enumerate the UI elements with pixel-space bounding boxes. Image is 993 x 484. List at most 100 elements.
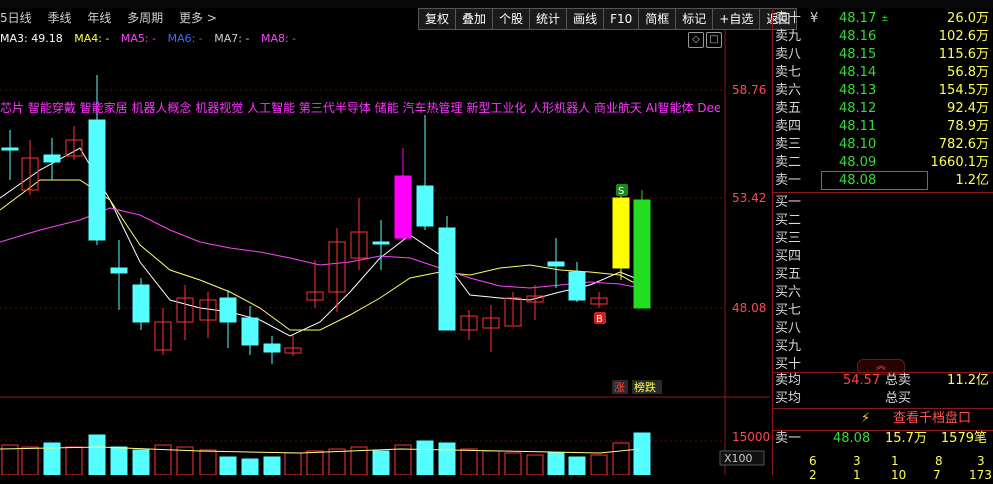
order-book-panel: 卖十 ¥48.17 ±26.0万 卖九 48.16 102.6万 卖八 48.15 115.6万… — [772, 8, 993, 482]
bid-row[interactable]: 买七 — [773, 302, 993, 320]
toolbar-adjust-button[interactable]: 复权 — [418, 8, 457, 30]
volume-bar — [590, 454, 608, 475]
tab-5day[interactable]: 5日线 — [0, 8, 32, 28]
volume-bar — [65, 446, 83, 475]
volume-chart[interactable]: 15000 X100 — [0, 395, 770, 475]
ask-label: 卖五 — [775, 101, 802, 116]
ask-row[interactable]: 卖六 48.13 154.5万 — [773, 82, 993, 100]
bid-row[interactable]: 买三 — [773, 230, 993, 248]
ask-row[interactable]: 卖五 48.12 92.4万 — [773, 100, 993, 118]
volume-unit-label: X100 — [724, 452, 753, 465]
volume-bar — [416, 440, 434, 475]
candle-body — [416, 185, 434, 227]
toolbar-draw-button[interactable]: 画线 — [566, 8, 605, 30]
ask-price: 48.08 — [839, 173, 877, 188]
tab-multi-period[interactable]: 多周期 — [127, 8, 163, 28]
volume-bar — [241, 458, 259, 475]
candle-body — [241, 317, 259, 346]
bid-row[interactable]: 买四 — [773, 248, 993, 266]
ask-row[interactable]: 卖三 48.10 782.6万 — [773, 136, 993, 154]
volume-bar — [547, 452, 565, 475]
thousand-levels-label: 查看千档盘口 — [893, 411, 972, 426]
ma6-label: MA6: - — [167, 32, 203, 45]
ask-label: 卖三 — [775, 137, 802, 152]
volume-bar — [328, 448, 346, 475]
ask-volume: 26.0万 — [947, 11, 989, 26]
ask-row[interactable]: 卖十 ¥48.17 ±26.0万 — [773, 10, 993, 28]
bid-row[interactable]: 买八 — [773, 320, 993, 338]
bid-row[interactable]: 买六 — [773, 284, 993, 302]
volume-bar — [460, 448, 478, 475]
toolbar-mark-button[interactable]: 标记 — [675, 8, 714, 30]
toolbar-f10-button[interactable]: F10 — [603, 8, 640, 30]
chevron-right-icon: > — [206, 11, 217, 25]
toolbar-simple-frame-button[interactable]: 简框 — [638, 8, 677, 30]
bid-label: 买九 — [775, 339, 802, 354]
sell-avg-label: 卖均 — [775, 373, 802, 388]
volume-bar — [219, 456, 237, 475]
volume-bar — [110, 446, 128, 475]
volume-bar — [504, 452, 522, 475]
maximize-icon[interactable]: □ — [706, 32, 722, 48]
ma-legend: MA3: 49.18 MA4: - MA5: - MA6: - MA7: - M… — [0, 32, 304, 46]
bid-label: 买五 — [775, 267, 802, 282]
bid-label: 买三 — [775, 231, 802, 246]
lightning-icon: ⚡ — [861, 411, 871, 426]
zhang-badge-label: 涨 — [614, 381, 625, 394]
bid-row[interactable]: 买二 — [773, 212, 993, 230]
volume-bar — [1, 444, 19, 475]
bid-label: 买二 — [775, 213, 802, 228]
total-buy-label: 总买 — [885, 391, 912, 406]
ask-volume: 115.6万 — [938, 47, 989, 62]
ma8-label: MA8: - — [260, 32, 297, 45]
diamond-icon[interactable]: ◇ — [688, 32, 704, 48]
buy-avg-label: 买均 — [775, 391, 802, 406]
toolbar-add-watchlist-button[interactable]: +自选 — [712, 8, 761, 30]
bid-label: 买七 — [775, 303, 802, 318]
volume-bar — [21, 446, 39, 475]
candle-body — [263, 343, 281, 353]
volume-bar — [568, 456, 586, 475]
bottom-stats-row-2: 2 1 10 7 173 — [773, 466, 993, 484]
ask-volume: 92.4万 — [947, 101, 989, 116]
bid-row[interactable]: 买五 — [773, 266, 993, 284]
thousand-levels-link[interactable]: ⚡ 查看千档盘口 — [773, 410, 993, 428]
tab-year[interactable]: 年线 — [87, 8, 111, 28]
sell-signal-label: S — [618, 186, 624, 197]
sell-avg-row: 卖均 54.57 总卖 11.2亿 — [773, 372, 993, 390]
ask-row[interactable]: 卖二 48.09 1660.1万 — [773, 154, 993, 172]
ask-volume: 154.5万 — [938, 83, 989, 98]
ask-label: 卖九 — [775, 29, 802, 44]
ask-label: 卖六 — [775, 83, 802, 98]
ask-row[interactable]: 卖九 48.16 102.6万 — [773, 28, 993, 46]
ask-row[interactable]: 卖一 48.08 1.2亿 — [773, 171, 993, 190]
ask-label: 卖二 — [775, 155, 802, 170]
toolbar-stock-button[interactable]: 个股 — [492, 8, 531, 30]
candle-body — [372, 241, 390, 245]
ask-row[interactable]: 卖七 48.14 56.8万 — [773, 64, 993, 82]
bid-label: 买四 — [775, 249, 802, 264]
ask-label: 卖七 — [775, 65, 802, 80]
candle-body — [1, 147, 19, 151]
stat-r2-c4: 7 — [933, 468, 941, 482]
ask-row[interactable]: 卖八 48.15 115.6万 — [773, 46, 993, 64]
toolbar-overlay-button[interactable]: 叠加 — [455, 8, 494, 30]
candle-body — [110, 267, 128, 274]
sell-avg-value: 54.57 — [843, 373, 881, 388]
bangdie-badge-label: 榜跌 — [634, 380, 656, 394]
candle-body — [612, 197, 630, 269]
tab-more[interactable]: 更多 > — [179, 8, 217, 28]
toolbar-stats-button[interactable]: 统计 — [529, 8, 568, 30]
ask-volume: 78.9万 — [947, 119, 989, 134]
top-strip — [0, 0, 993, 8]
volume-bar — [526, 454, 544, 475]
ask-label: 卖一 — [775, 173, 802, 188]
bid-row[interactable]: 买九 — [773, 338, 993, 356]
candlestick-chart[interactable]: 58.76 53.42 48.08 S B 涨 榜跌 — [0, 30, 770, 395]
ask-label: 卖四 — [775, 119, 802, 134]
tab-quarter[interactable]: 季线 — [47, 8, 71, 28]
bid-row[interactable]: 买一 — [773, 194, 993, 212]
ask-price: 48.16 — [839, 29, 877, 44]
ask-row[interactable]: 卖四 48.11 78.9万 — [773, 118, 993, 136]
ask-bid-separator — [773, 192, 993, 193]
